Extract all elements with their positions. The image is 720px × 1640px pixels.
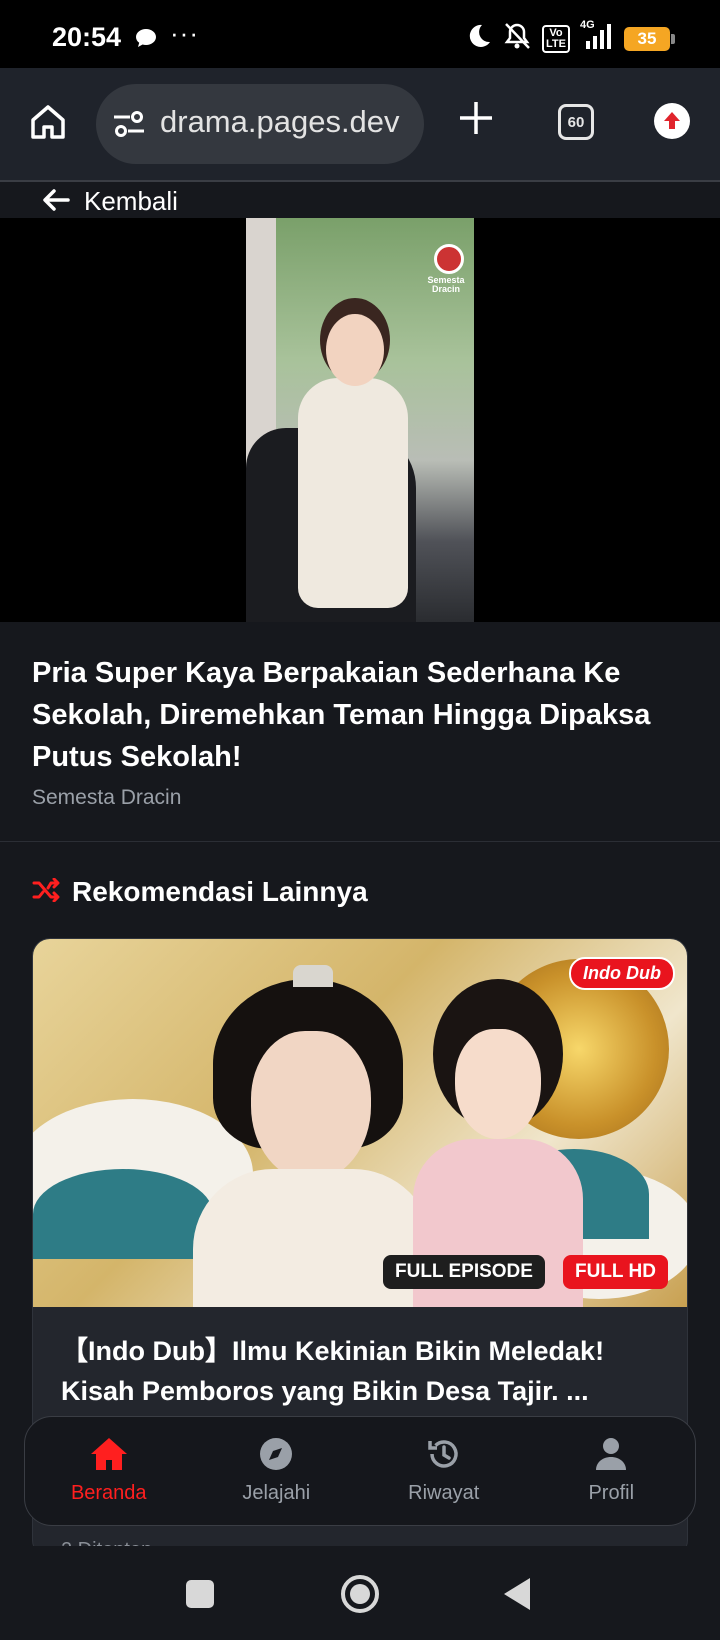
browser-toolbar: drama.pages.dev 60	[0, 68, 720, 180]
status-time: 20:54	[52, 22, 122, 52]
video-scene-face	[326, 314, 384, 386]
video-watermark: Semesta Dracin	[427, 275, 465, 294]
recent-apps-icon[interactable]	[186, 1580, 214, 1608]
system-back-icon[interactable]	[504, 1578, 530, 1610]
url-text: drama.pages.dev	[160, 104, 400, 139]
signal-icon: 4G	[580, 19, 614, 54]
back-bar[interactable]: Kembali	[0, 180, 720, 218]
nav-label: Riwayat	[408, 1482, 480, 1504]
more-notifications-icon: ···	[170, 18, 199, 48]
nav-item-riwayat[interactable]: Riwayat	[360, 1417, 528, 1525]
poster-face	[251, 1031, 371, 1181]
recommendations-heading: Rekomendasi Lainnya	[32, 876, 368, 908]
address-bar[interactable]: drama.pages.dev	[96, 84, 424, 164]
recommendations-title: Rekomendasi Lainnya	[72, 876, 368, 907]
video-player[interactable]: Semesta Dracin	[0, 218, 720, 622]
home-icon	[90, 1437, 128, 1476]
full-episode-badge: FULL EPISODE	[383, 1255, 545, 1289]
drama-poster[interactable]: Indo Dub FULL EPISODE FULL HD	[33, 939, 687, 1307]
nav-label: Jelajahi	[242, 1482, 311, 1504]
channel-name[interactable]: Semesta Dracin	[32, 786, 181, 810]
nav-item-profil[interactable]: Profil	[528, 1417, 696, 1525]
compass-icon	[259, 1437, 293, 1476]
system-home-icon[interactable]	[341, 1575, 379, 1613]
battery-indicator: 35	[624, 26, 675, 51]
channel-logo-icon	[434, 244, 464, 274]
system-nav-bar	[0, 1546, 720, 1640]
episode-info: Pria Super Kaya Berpakaian Sederhana Ke …	[0, 622, 720, 842]
nav-item-beranda[interactable]: Beranda	[25, 1417, 193, 1525]
tab-switcher-button[interactable]: 60	[558, 104, 594, 140]
nav-label: Profil	[588, 1482, 635, 1504]
bottom-nav: Beranda Jelajahi Riwayat Profil	[24, 1416, 696, 1526]
mute-icon	[502, 22, 532, 55]
user-icon	[595, 1437, 627, 1476]
dub-badge: Indo Dub	[569, 957, 675, 990]
update-icon[interactable]	[654, 103, 690, 139]
status-bar: 20:54 ··· Vo LTE 4G 35	[0, 0, 720, 68]
card-title[interactable]: 【Indo Dub】Ilmu Kekinian Bikin Meledak! K…	[61, 1331, 661, 1411]
history-icon	[427, 1437, 461, 1476]
chat-bubble-icon	[135, 28, 157, 53]
video-frame[interactable]: Semesta Dracin	[246, 218, 474, 622]
home-icon[interactable]	[28, 102, 68, 147]
volte-icon: Vo LTE	[542, 24, 570, 53]
nav-item-jelajahi[interactable]: Jelajahi	[193, 1417, 361, 1525]
video-scene-person	[298, 378, 408, 608]
moon-icon	[466, 23, 492, 54]
full-hd-badge: FULL HD	[563, 1255, 668, 1289]
poster-face	[455, 1029, 541, 1139]
poster-crown	[293, 965, 333, 987]
arrow-left-icon[interactable]	[42, 188, 70, 217]
back-label[interactable]: Kembali	[84, 186, 178, 217]
site-settings-icon[interactable]	[112, 110, 146, 143]
shuffle-icon	[32, 877, 60, 907]
nav-label: Beranda	[70, 1482, 147, 1504]
poster-wave	[33, 1169, 213, 1259]
new-tab-icon[interactable]	[456, 98, 496, 143]
episode-title: Pria Super Kaya Berpakaian Sederhana Ke …	[32, 657, 651, 773]
